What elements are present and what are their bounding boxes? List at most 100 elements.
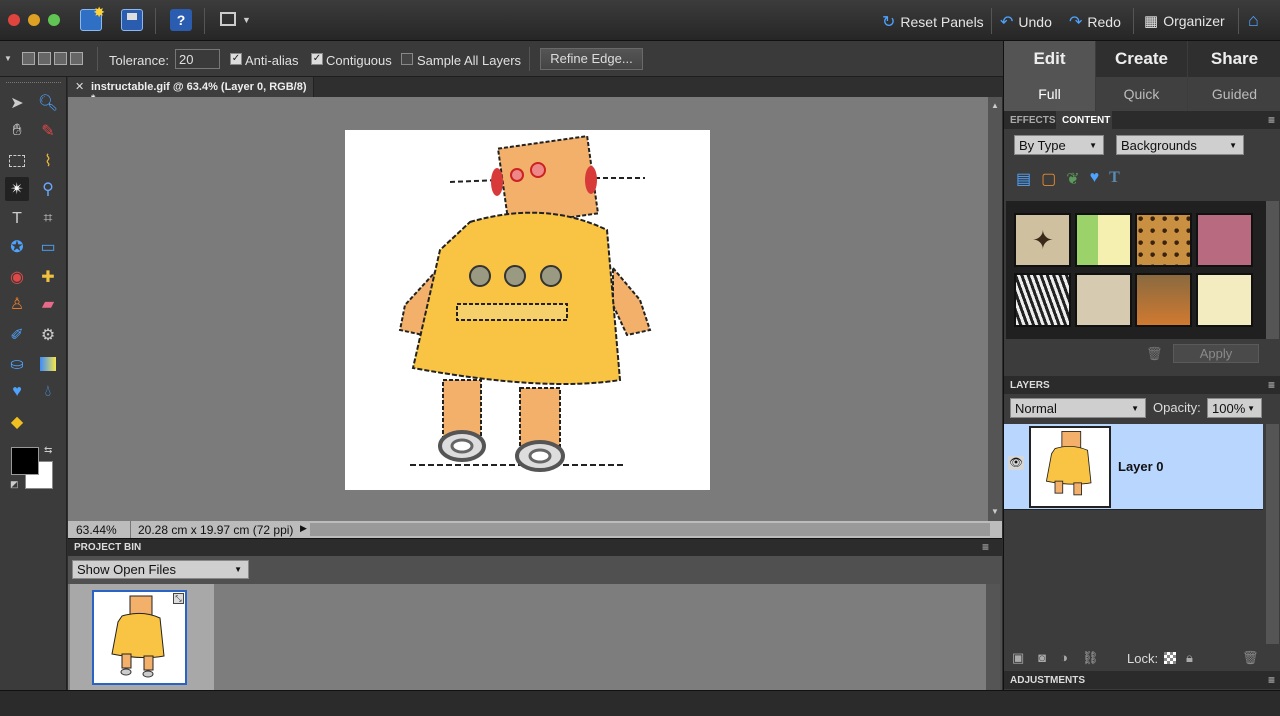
zoom-window-button[interactable] bbox=[48, 14, 60, 26]
eyedropper-tool-icon[interactable]: ✎ bbox=[36, 119, 60, 143]
shape-tool-icon[interactable]: ♥ bbox=[5, 380, 29, 404]
zoom-readout[interactable]: 63.44% bbox=[76, 523, 117, 537]
blend-mode-select[interactable]: Normal ▼ bbox=[1010, 398, 1146, 418]
content-thumbnail-cream-paper[interactable] bbox=[1196, 273, 1253, 327]
show-open-files-select[interactable]: Show Open Files ▼ bbox=[72, 560, 249, 579]
document-tab[interactable]: ✕ instructable.gif @ 63.4% (Layer 0, RGB… bbox=[68, 77, 314, 105]
reset-panels-button[interactable]: ↻ Reset Panels bbox=[882, 12, 984, 32]
background-filter-icon[interactable]: ▤ bbox=[1016, 169, 1031, 189]
workspace-layout-icon[interactable] bbox=[220, 12, 236, 26]
default-colors-icon[interactable]: ◩ bbox=[10, 479, 19, 490]
sample-all-layers-checkbox[interactable] bbox=[401, 53, 413, 65]
home-icon[interactable]: ⌂ bbox=[1248, 10, 1268, 30]
red-eye-tool-icon[interactable]: ◉ bbox=[5, 265, 29, 289]
gradient-tool-icon[interactable] bbox=[36, 352, 60, 376]
content-thumbnail-world-map[interactable] bbox=[1075, 273, 1132, 327]
shape-filter-icon[interactable]: ♥ bbox=[1090, 169, 1100, 189]
minimize-window-button[interactable] bbox=[28, 14, 40, 26]
new-layer-icon[interactable]: ▣ bbox=[1012, 650, 1024, 666]
chevron-down-icon[interactable]: ▼ bbox=[4, 54, 12, 63]
content-thumbnail-leopard[interactable] bbox=[1135, 213, 1192, 267]
eraser-tool-icon[interactable]: ▰ bbox=[36, 292, 60, 316]
redo-button[interactable]: ↷ Redo bbox=[1069, 12, 1121, 32]
scroll-down-icon[interactable]: ▼ bbox=[991, 507, 999, 516]
move-tool-icon[interactable]: ➤ bbox=[5, 91, 29, 115]
panel-menu-icon[interactable]: ≡ bbox=[1268, 673, 1275, 687]
content-category-select[interactable]: Backgrounds ▼ bbox=[1116, 135, 1244, 155]
clone-stamp-tool-icon[interactable]: ♙ bbox=[5, 292, 29, 316]
smart-brush-tool-icon[interactable]: ⚙ bbox=[36, 323, 60, 347]
organizer-button[interactable]: ▦ Organizer bbox=[1144, 12, 1225, 30]
cookie-cutter-tool-icon[interactable]: ✪ bbox=[5, 235, 29, 259]
content-type-select[interactable]: By Type ▼ bbox=[1014, 135, 1104, 155]
new-selection-icon[interactable] bbox=[22, 52, 35, 65]
scroll-up-icon[interactable]: ▲ bbox=[991, 101, 999, 110]
type-tool-icon[interactable]: T bbox=[5, 207, 29, 231]
content-thumbnail-green-paper[interactable] bbox=[1075, 213, 1132, 267]
tab-effects[interactable]: EFFECTS bbox=[1004, 111, 1056, 129]
open-file-thumbnail[interactable]: ⤡ bbox=[92, 590, 187, 685]
panel-menu-icon[interactable]: ≡ bbox=[1268, 378, 1275, 392]
layers-scrollbar[interactable] bbox=[1266, 424, 1279, 644]
tab-quick[interactable]: Quick bbox=[1096, 77, 1187, 111]
content-scrollbar[interactable] bbox=[1266, 201, 1279, 339]
chevron-down-icon[interactable]: ▼ bbox=[242, 15, 251, 25]
lasso-tool-icon[interactable]: ⌇ bbox=[36, 149, 60, 173]
marquee-tool-icon[interactable] bbox=[5, 149, 29, 173]
hand-tool-icon[interactable]: ✋︎ bbox=[5, 119, 29, 143]
brush-tool-icon[interactable]: ✐ bbox=[5, 323, 29, 347]
content-thumbnail-zebra[interactable] bbox=[1014, 273, 1071, 327]
content-thumbnail-pink-texture[interactable] bbox=[1196, 213, 1253, 267]
image-canvas[interactable] bbox=[345, 130, 710, 490]
magic-wand-tool-icon[interactable]: ✴ bbox=[5, 177, 29, 201]
toolbox-grip[interactable] bbox=[6, 82, 61, 84]
add-selection-icon[interactable] bbox=[38, 52, 51, 65]
tab-guided[interactable]: Guided bbox=[1188, 77, 1280, 111]
new-file-icon[interactable]: ✸ bbox=[80, 4, 105, 31]
graphic-filter-icon[interactable]: ❦ bbox=[1066, 169, 1079, 189]
delete-layer-icon[interactable]: 🗑︎ bbox=[1242, 650, 1259, 666]
opacity-input[interactable]: 100% ▼ bbox=[1207, 398, 1262, 418]
subtract-selection-icon[interactable] bbox=[54, 52, 67, 65]
canvas-horizontal-scrollbar[interactable] bbox=[310, 523, 990, 536]
tab-full[interactable]: Full bbox=[1004, 77, 1095, 111]
antialias-checkbox[interactable]: ✓ bbox=[230, 53, 242, 65]
tolerance-input[interactable]: 20 bbox=[175, 49, 220, 69]
close-window-button[interactable] bbox=[8, 14, 20, 26]
blur-tool-icon[interactable]: 💧︎ bbox=[36, 380, 60, 404]
lock-all-icon[interactable]: 🔒︎ bbox=[1186, 650, 1193, 666]
recompose-tool-icon[interactable]: ▭ bbox=[36, 235, 60, 259]
tab-create[interactable]: Create bbox=[1096, 41, 1187, 77]
sponge-tool-icon[interactable]: ◆ bbox=[5, 410, 29, 434]
apply-button[interactable]: Apply bbox=[1173, 344, 1259, 363]
save-icon[interactable] bbox=[121, 9, 143, 31]
panel-menu-icon[interactable]: ≡ bbox=[1268, 113, 1275, 127]
adjustment-layer-icon[interactable]: ◑ bbox=[1060, 650, 1068, 666]
tab-edit[interactable]: Edit bbox=[1004, 41, 1095, 77]
text-filter-icon[interactable]: T bbox=[1109, 169, 1120, 189]
layer-name[interactable]: Layer 0 bbox=[1118, 459, 1164, 474]
bin-vertical-scrollbar[interactable] bbox=[986, 584, 1000, 690]
content-thumbnail-autumn[interactable] bbox=[1135, 273, 1192, 327]
crop-tool-icon[interactable]: ⌗ bbox=[36, 207, 60, 231]
zoom-tool-icon[interactable]: 🔍︎ bbox=[36, 91, 60, 115]
content-thumbnail-africa-map[interactable]: ✦ bbox=[1014, 213, 1071, 267]
status-menu-arrow-icon[interactable]: ▶ bbox=[300, 523, 307, 534]
contiguous-checkbox[interactable]: ✓ bbox=[311, 53, 323, 65]
intersect-selection-icon[interactable] bbox=[70, 52, 83, 65]
layer-row[interactable]: 👁︎ Layer 0 bbox=[1004, 424, 1263, 510]
undo-button[interactable]: ↶ Undo bbox=[1000, 12, 1052, 32]
canvas-vertical-scrollbar[interactable]: ▲ ▼ bbox=[988, 97, 1002, 521]
trash-icon[interactable]: 🗑︎ bbox=[1146, 346, 1163, 362]
tab-share[interactable]: Share bbox=[1188, 41, 1280, 77]
quick-selection-tool-icon[interactable]: ⚲ bbox=[36, 177, 60, 201]
healing-brush-tool-icon[interactable]: ✚ bbox=[36, 265, 60, 289]
link-layers-icon[interactable]: ⛓ bbox=[1082, 650, 1099, 666]
swap-colors-icon[interactable]: ⇆ bbox=[44, 445, 52, 456]
panel-menu-icon[interactable]: ≡ bbox=[982, 540, 989, 554]
foreground-color-swatch-top[interactable] bbox=[11, 447, 39, 475]
layer-mask-icon[interactable]: ◙ bbox=[1038, 650, 1046, 666]
lock-transparency-icon[interactable] bbox=[1164, 652, 1176, 664]
adjustments-panel-header[interactable]: ADJUSTMENTS ≡ bbox=[1004, 671, 1280, 689]
visibility-eye-icon[interactable]: 👁︎ bbox=[1008, 456, 1024, 470]
